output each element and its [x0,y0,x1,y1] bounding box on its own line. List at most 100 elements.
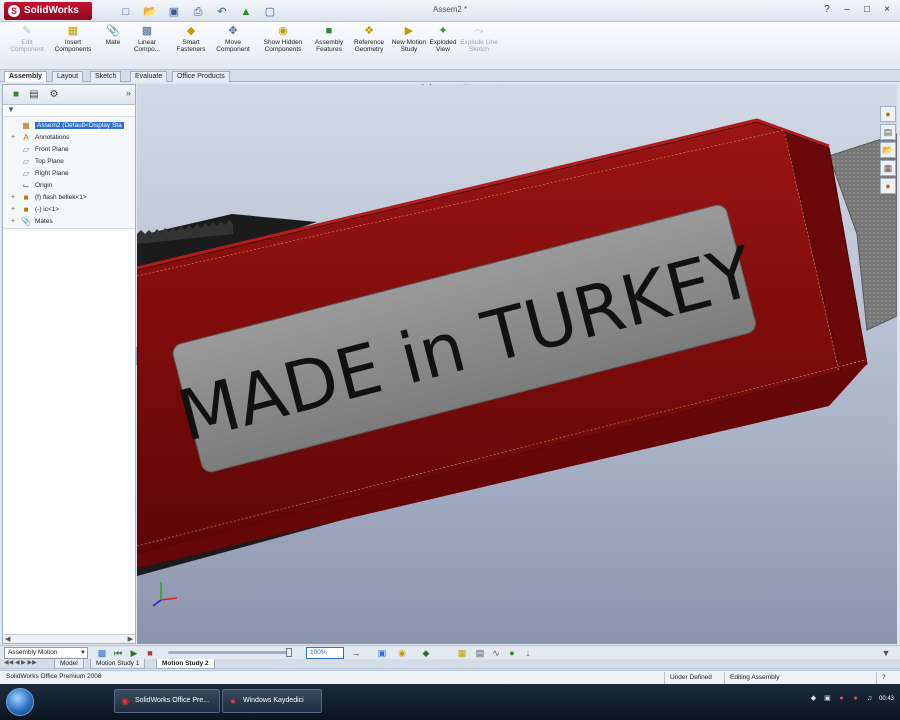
add-key-icon[interactable]: ▦ [456,647,468,659]
tab-evaluate[interactable]: Evaluate [130,71,168,82]
tree-item-mates[interactable]: + 📎 Mates [3,216,135,228]
gravity-icon[interactable]: ↓ [522,647,534,659]
solidworks-resources-icon[interactable]: ● [880,106,896,122]
feature-manager-tab-icon[interactable]: ■ [9,88,23,102]
zoom-to-area-icon[interactable]: 🔎 [429,84,441,86]
view-orientation-icon[interactable]: ▭ [477,84,489,86]
spring-icon[interactable]: ∿ [490,647,502,659]
tree-item-origin[interactable]: ⌙ Origin [3,180,135,192]
slider-knob[interactable] [286,648,292,657]
display-style-icon[interactable]: ◉ [493,84,505,86]
expand-icon[interactable]: + [11,132,15,144]
insert-components-button[interactable]: ▦ Insert Components [52,25,94,53]
help-icon[interactable]: ? [820,3,834,17]
linear-pattern-icon: ▩ [141,25,153,37]
save-animation-icon[interactable]: ▣ [376,647,388,659]
scroll-right-icon[interactable]: ▶ [128,635,133,643]
property-manager-tab-icon[interactable]: ▤ [27,88,41,102]
tree-item-part-2[interactable]: + ■ (-) ic<1> [3,204,135,216]
move-component-icon: ✥ [228,25,238,37]
tree-item-annotations[interactable]: + A Annotations [3,132,135,144]
expand-panel-icon[interactable]: » [126,88,131,98]
animation-wizard-icon[interactable]: ◉ [396,647,408,659]
play-from-start-icon[interactable]: ⏮ [112,647,124,659]
tab-office-products[interactable]: Office Products [172,71,230,82]
tab-motion-study-2[interactable]: Motion Study 2 [156,659,215,669]
minimize-button[interactable]: – [840,3,854,17]
assembly-icon: ▦ [22,121,30,130]
taskbar-button-solidworks[interactable]: ◉ SolidWorks Office Pre... [114,689,220,713]
move-component-button[interactable]: ✥ Move Component [212,25,254,53]
zoom-to-fit-icon[interactable]: 🔍 [413,84,425,86]
viewport-restore-button[interactable]: ❐ [865,84,877,86]
usb-drive-model[interactable]: MADE in TURKEY [137,84,897,644]
contact-icon[interactable]: ● [506,647,518,659]
edit-component-icon: ✎ [22,25,32,37]
apply-scene-icon[interactable]: ☁ [541,84,553,86]
calculate-icon[interactable]: ▩ [96,647,108,659]
tree-item-top-plane[interactable]: ▱ Top Plane [3,156,135,168]
expand-icon[interactable]: + [11,192,15,204]
motor-icon[interactable]: ▤ [474,647,486,659]
close-button[interactable]: × [880,3,894,17]
collapse-motion-manager-icon[interactable]: ▼ [880,647,892,659]
recorder-tray-icon[interactable]: ● [851,694,860,703]
configuration-manager-tab-icon[interactable]: ⚙ [47,88,61,102]
panel-horizontal-scrollbar[interactable]: ◀ ▶ [3,634,135,643]
security-icon[interactable]: ● [837,694,846,703]
playback-slider[interactable] [168,648,292,657]
appearances-icon[interactable]: ● [880,178,896,194]
design-library-icon[interactable]: ▤ [880,124,896,140]
previous-view-icon[interactable]: ↶ [445,84,457,86]
start-button[interactable] [6,688,34,716]
help-icon[interactable]: ? [876,672,886,684]
view-palette-icon[interactable]: ▦ [880,160,896,176]
playback-speed-select[interactable]: 100% [306,647,344,659]
assembly-features-button[interactable]: ■ Assembly Features [308,25,350,53]
smart-fasteners-button[interactable]: ◆ Smart Fasteners [170,25,212,53]
volume-icon[interactable]: ♫ [865,694,874,703]
solidworks-icon: ◉ [121,696,129,706]
expand-icon[interactable]: + [11,204,15,216]
tree-item-front-plane[interactable]: ▱ Front Plane [3,144,135,156]
clock[interactable]: 00:43 [879,696,894,702]
insert-components-icon: ▦ [67,25,79,37]
section-view-icon[interactable]: ▣ [461,84,473,86]
tab-scroll-left-icon[interactable]: ◀◀ ◀ ▶ ▶▶ [4,659,37,666]
expand-icon[interactable]: + [11,216,15,228]
autokey-icon[interactable]: ◆ [420,647,432,659]
tree-root-assembly[interactable]: ▦ Assem2 (Default<Display Sta [3,120,135,132]
viewport-minimize-button[interactable]: – [849,84,861,86]
tab-assembly[interactable]: Assembly [4,71,48,82]
edit-appearance-icon[interactable]: ◑ [525,84,537,86]
tab-model[interactable]: Model [54,659,84,669]
explode-line-sketch-button[interactable]: ⤳ Explode Line Sketch [458,25,500,53]
file-explorer-icon[interactable]: 📂 [880,142,896,158]
playback-mode-icon[interactable]: → [350,647,362,659]
reference-geometry-button[interactable]: ❖ Reference Geometry [348,25,390,53]
edit-component-button[interactable]: ✎ Edit Component [6,25,48,53]
stop-icon[interactable]: ■ [144,647,156,659]
viewport-close-button[interactable]: × [881,84,893,86]
tab-layout[interactable]: Layout [52,71,84,82]
language-icon[interactable]: ◆ [809,694,818,703]
mate-icon: 📎 [106,25,120,37]
graphics-area[interactable]: MADE in TURKEY 🔍 🔎 ↶ ▣ ▭ ◉ 👁 ◑ ☁ ⚙ – ❐ ×… [137,84,897,644]
maximize-button[interactable]: □ [860,3,874,17]
tree-item-part-1[interactable]: + ■ (f) flash bellek<1> [3,192,135,204]
network-icon[interactable]: ▣ [823,694,832,703]
heads-up-view-toolbar: 🔍 🔎 ↶ ▣ ▭ ◉ 👁 ◑ ☁ ⚙ [413,84,569,86]
view-settings-icon[interactable]: ⚙ [557,84,569,86]
tab-motion-study-1[interactable]: Motion Study 1 [90,659,146,669]
tree-item-right-plane[interactable]: ▱ Right Plane [3,168,135,180]
taskbar-button-recorder[interactable]: ● Windows Kaydedici [222,689,322,713]
filter-icon[interactable]: ▼ [7,105,15,114]
linear-pattern-button[interactable]: ▩ Linear Compo... [126,25,168,53]
show-hidden-components-button[interactable]: ◉ Show Hidden Components [262,25,304,53]
study-type-select[interactable]: Assembly Motion ▼ [4,647,88,659]
hide-show-icon[interactable]: 👁 [509,84,521,86]
scroll-left-icon[interactable]: ◀ [5,635,10,643]
exploded-view-icon: ✦ [438,25,448,37]
play-icon[interactable]: ▶ [128,647,140,659]
tab-sketch[interactable]: Sketch [90,71,122,82]
